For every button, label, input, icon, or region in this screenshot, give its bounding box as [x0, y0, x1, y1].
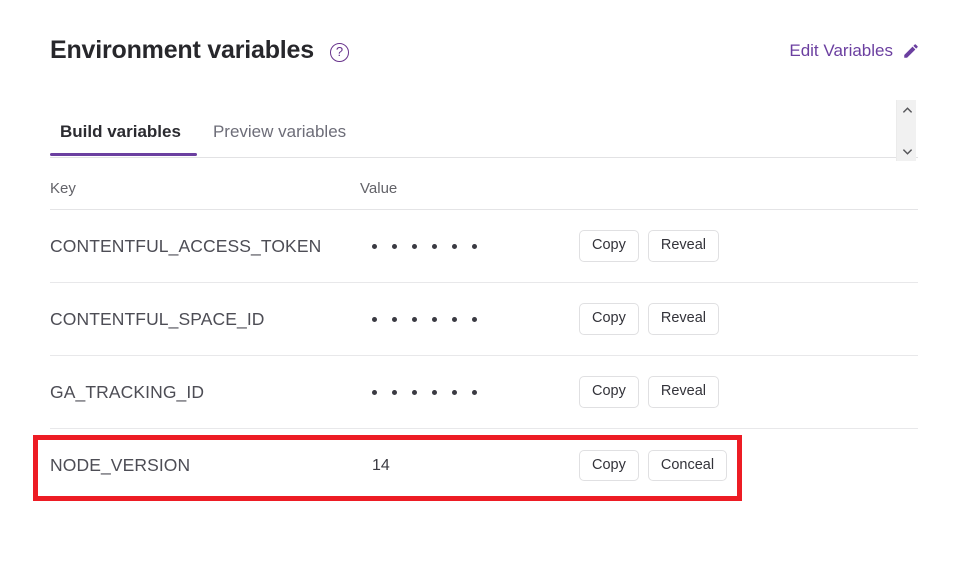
variable-value-text: 14	[372, 456, 390, 474]
masked-value-dots	[360, 243, 477, 249]
masked-value-dots	[360, 316, 477, 322]
reveal-button[interactable]: Reveal	[647, 376, 719, 408]
vertical-scrollbar[interactable]	[896, 100, 916, 161]
variable-value-masked	[360, 316, 575, 322]
page-title: Environment variables	[50, 35, 314, 64]
masked-value-dots	[360, 389, 477, 395]
tab-bar: Build variables Preview variables	[50, 108, 918, 158]
tab-build-variables[interactable]: Build variables	[50, 122, 197, 156]
table-row: NODE_VERSION 14 Copy Conceal	[50, 429, 918, 502]
variable-key: CONTENTFUL_ACCESS_TOKEN	[50, 235, 322, 256]
row-actions: Copy Conceal	[575, 449, 918, 482]
edit-variables-button[interactable]: Edit Variables	[789, 41, 920, 61]
variable-value-masked	[360, 243, 575, 249]
table-header-row: Key Value	[50, 168, 918, 210]
conceal-button[interactable]: Conceal	[647, 449, 728, 482]
copy-button[interactable]: Copy	[579, 376, 639, 408]
pencil-icon	[902, 42, 920, 60]
reveal-button[interactable]: Reveal	[647, 303, 719, 335]
variable-value-masked	[360, 389, 575, 395]
tab-preview-variables[interactable]: Preview variables	[197, 122, 362, 156]
row-actions: Copy Reveal	[575, 230, 918, 262]
reveal-button[interactable]: Reveal	[647, 230, 719, 262]
row-actions: Copy Reveal	[575, 303, 918, 335]
variables-table: Key Value CONTENTFUL_ACCESS_TOKEN Copy R…	[50, 168, 918, 502]
chevron-up-icon[interactable]	[897, 102, 917, 118]
chevron-down-icon[interactable]	[897, 143, 917, 159]
edit-variables-label: Edit Variables	[789, 41, 893, 60]
page-header: Environment variables ? Edit Variables	[50, 28, 920, 72]
copy-button[interactable]: Copy	[579, 449, 639, 482]
column-header-value: Value	[360, 180, 398, 197]
variable-key: NODE_VERSION	[50, 455, 191, 475]
variable-key: GA_TRACKING_ID	[50, 381, 205, 402]
copy-button[interactable]: Copy	[579, 230, 639, 262]
table-row: GA_TRACKING_ID Copy Reveal	[50, 356, 918, 429]
question-circle-icon[interactable]: ?	[329, 42, 349, 62]
table-row: CONTENTFUL_SPACE_ID Copy Reveal	[50, 283, 918, 356]
variable-value: 14	[360, 457, 575, 475]
title-group: Environment variables ?	[50, 36, 349, 65]
environment-variables-panel: Environment variables ? Edit Variables B…	[0, 0, 966, 571]
tab-bar-divider	[50, 157, 918, 158]
row-actions: Copy Reveal	[575, 376, 918, 408]
column-header-key: Key	[50, 180, 76, 197]
copy-button[interactable]: Copy	[579, 303, 639, 335]
variable-key: CONTENTFUL_SPACE_ID	[50, 308, 265, 329]
table-row: CONTENTFUL_ACCESS_TOKEN Copy Reveal	[50, 210, 918, 283]
